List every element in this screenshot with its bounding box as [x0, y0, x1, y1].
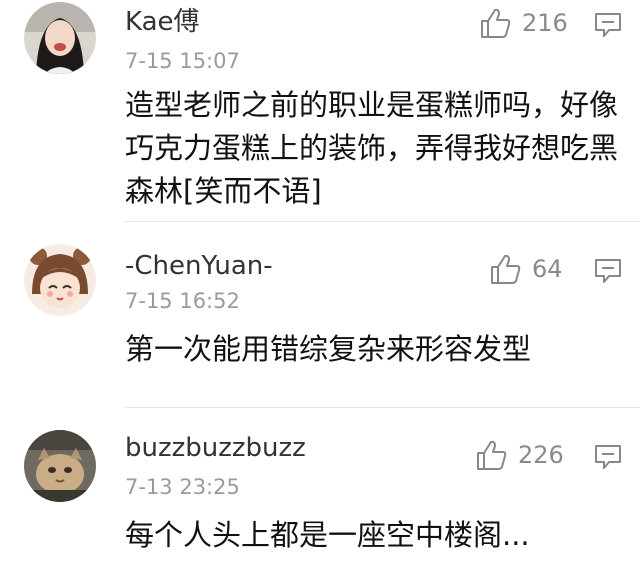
comment-icon: [595, 13, 621, 37]
like-count: 226: [518, 441, 564, 469]
comment-item: Kae傅 7-15 15:07 216 造型老师之前的职业是蛋糕师吗，好像巧克力…: [0, 0, 640, 222]
reply-button[interactable]: [594, 12, 622, 38]
thumbs-up-icon: [481, 8, 511, 38]
timestamp: 7-13 23:25: [125, 475, 240, 499]
like-button[interactable]: 226: [474, 438, 564, 472]
comment-item: buzzbuzzbuzz 7-13 23:25 226 每个人头上都是一座空中楼…: [0, 408, 640, 566]
comment-text: 造型老师之前的职业是蛋糕师吗，好像巧克力蛋糕上的装饰，弄得我好想吃黑森林[笑而不…: [125, 88, 619, 208]
comment-icon: [595, 259, 621, 283]
avatar[interactable]: [24, 244, 96, 316]
thumbs-up-icon: [477, 440, 507, 470]
like-button[interactable]: 216: [478, 6, 568, 40]
reply-button[interactable]: [594, 444, 622, 470]
timestamp: 7-15 16:52: [125, 289, 240, 313]
comment-text: 第一次能用错综复杂来形容发型: [125, 332, 532, 366]
timestamp: 7-15 15:07: [125, 49, 240, 73]
comment-item: -ChenYuan- 7-15 16:52 64 第一次能用错综复杂来形容发型: [0, 222, 640, 408]
comment-icon: [595, 445, 621, 469]
avatar[interactable]: [24, 430, 96, 502]
comment-text: 每个人头上都是一座空中楼阁...: [125, 518, 530, 552]
like-button[interactable]: 64: [488, 252, 563, 286]
username[interactable]: -ChenYuan-: [125, 250, 273, 282]
like-count: 216: [522, 9, 568, 37]
thumbs-up-icon: [491, 254, 521, 284]
avatar[interactable]: [24, 2, 96, 74]
username[interactable]: buzzbuzzbuzz: [125, 432, 306, 464]
like-count: 64: [532, 255, 563, 283]
reply-button[interactable]: [594, 258, 622, 284]
username[interactable]: Kae傅: [125, 6, 200, 38]
